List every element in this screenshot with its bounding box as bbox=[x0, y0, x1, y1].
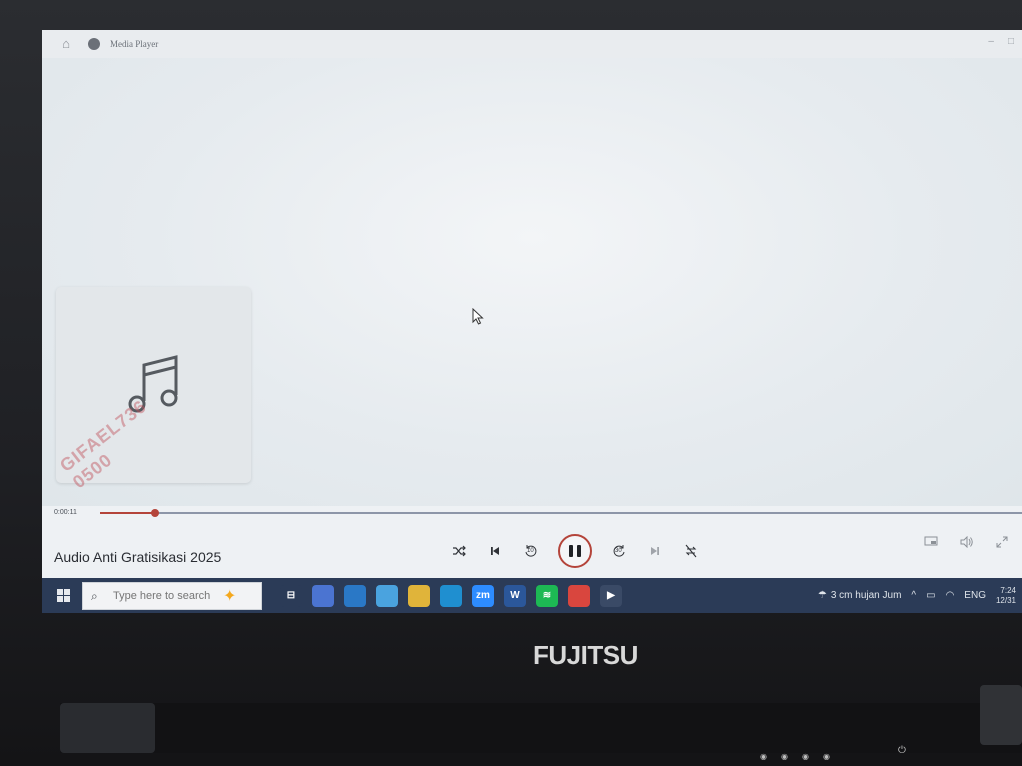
volume-icon[interactable] bbox=[960, 535, 974, 551]
wifi-icon[interactable]: ◠ bbox=[946, 590, 955, 601]
spotify-icon[interactable]: ≋ bbox=[536, 584, 558, 607]
start-button[interactable] bbox=[52, 585, 74, 607]
store-icon[interactable] bbox=[376, 584, 398, 607]
power-icon: ⏻ bbox=[898, 745, 906, 756]
fullscreen-icon[interactable] bbox=[996, 536, 1008, 551]
cloud-app-icon[interactable] bbox=[344, 584, 366, 607]
clock-time: 7:24 bbox=[1000, 585, 1016, 595]
weather-text: 3 cm hujan Jum bbox=[830, 590, 902, 601]
seek-track[interactable] bbox=[132, 512, 1022, 514]
time-elapsed: 0:00:11 bbox=[54, 509, 77, 516]
hinge-right bbox=[980, 685, 1022, 745]
battery-icon[interactable]: ▭ bbox=[926, 590, 935, 601]
miniplayer-icon[interactable] bbox=[924, 536, 938, 551]
clock[interactable]: 7:24 12/31 bbox=[996, 586, 1016, 606]
pause-icon bbox=[569, 545, 581, 557]
chrome-icon[interactable] bbox=[568, 584, 590, 607]
mouse-cursor-icon bbox=[472, 308, 484, 325]
rewind-label: 10 bbox=[527, 548, 534, 554]
repeat-off-icon[interactable] bbox=[682, 542, 700, 560]
music-note-icon bbox=[128, 355, 178, 413]
maximize-button[interactable]: □ bbox=[1008, 36, 1014, 47]
media-player-icon[interactable]: ▶ bbox=[600, 584, 622, 607]
rewind-10-icon[interactable]: 10 bbox=[522, 542, 540, 560]
word-icon[interactable]: W bbox=[504, 584, 526, 607]
led-icon: ◉ bbox=[822, 752, 830, 761]
seek-bar[interactable] bbox=[42, 506, 1022, 520]
seek-progress bbox=[100, 512, 156, 514]
next-icon[interactable] bbox=[646, 542, 664, 560]
home-icon[interactable]: ⌂ bbox=[58, 36, 74, 52]
task-view-icon[interactable]: ⊟ bbox=[280, 584, 302, 607]
search-input[interactable] bbox=[111, 588, 215, 603]
weather-widget[interactable]: ☂ 3 cm hujan Jum bbox=[818, 590, 902, 601]
window-title: Media Player bbox=[110, 39, 159, 49]
copilot-icon[interactable] bbox=[312, 584, 334, 607]
led-icon: ◉ bbox=[760, 752, 767, 761]
minimize-button[interactable]: – bbox=[988, 36, 994, 47]
transport-controls: 10 30 bbox=[450, 531, 700, 571]
system-tray: ☂ 3 cm hujan Jum ^ ▭ ◠ ENG 7:24 12/31 bbox=[818, 578, 1022, 613]
status-leds: ◉ ◉ ◉ ◉ bbox=[760, 752, 830, 761]
forward-30-icon[interactable]: 30 bbox=[610, 542, 628, 560]
language-indicator[interactable]: ENG bbox=[964, 590, 986, 601]
track-title: Audio Anti Gratisikasi 2025 bbox=[54, 549, 222, 565]
seek-thumb[interactable] bbox=[151, 509, 160, 517]
taskbar-search[interactable]: ⌕ ✦ bbox=[82, 581, 262, 610]
zoom-icon[interactable]: zm bbox=[472, 584, 494, 607]
right-controls bbox=[924, 535, 1008, 551]
hinge-left bbox=[60, 703, 155, 753]
forward-label: 30 bbox=[615, 548, 622, 554]
clock-date: 12/31 bbox=[995, 595, 1016, 605]
screen: ⌂ Media Player – □ GIFAEL736 0500 0:00:1… bbox=[42, 30, 1022, 613]
brand-logo: FUJITSU bbox=[533, 640, 638, 670]
window-controls: – □ bbox=[988, 36, 1014, 47]
led-icon: ◉ bbox=[780, 752, 788, 761]
previous-icon[interactable] bbox=[486, 542, 504, 560]
media-player-app-icon bbox=[88, 38, 100, 50]
edge-icon[interactable] bbox=[440, 584, 462, 607]
umbrella-icon: ☂ bbox=[817, 590, 827, 601]
title-bar: ⌂ Media Player – □ bbox=[42, 30, 1022, 58]
taskbar: ⌕ ✦ ⊟ zm W ≋ ▶ ☂ 3 cm hujan Jum ^ ▭ ◠ ENG 7:… bbox=[42, 578, 1022, 613]
search-icon: ⌕ bbox=[91, 588, 98, 603]
windows-logo-icon bbox=[56, 589, 70, 602]
play-pause-button[interactable] bbox=[558, 534, 592, 568]
pinned-apps: ⊟ zm W ≋ ▶ bbox=[280, 584, 622, 607]
sparkle-icon[interactable]: ✦ bbox=[223, 586, 236, 606]
chevron-up-icon[interactable]: ^ bbox=[911, 590, 916, 601]
laptop-hinge bbox=[60, 703, 1022, 753]
shuffle-icon[interactable] bbox=[450, 542, 468, 560]
album-art-placeholder bbox=[56, 287, 251, 483]
file-explorer-icon[interactable] bbox=[408, 584, 430, 607]
led-icon: ◉ bbox=[801, 752, 809, 761]
